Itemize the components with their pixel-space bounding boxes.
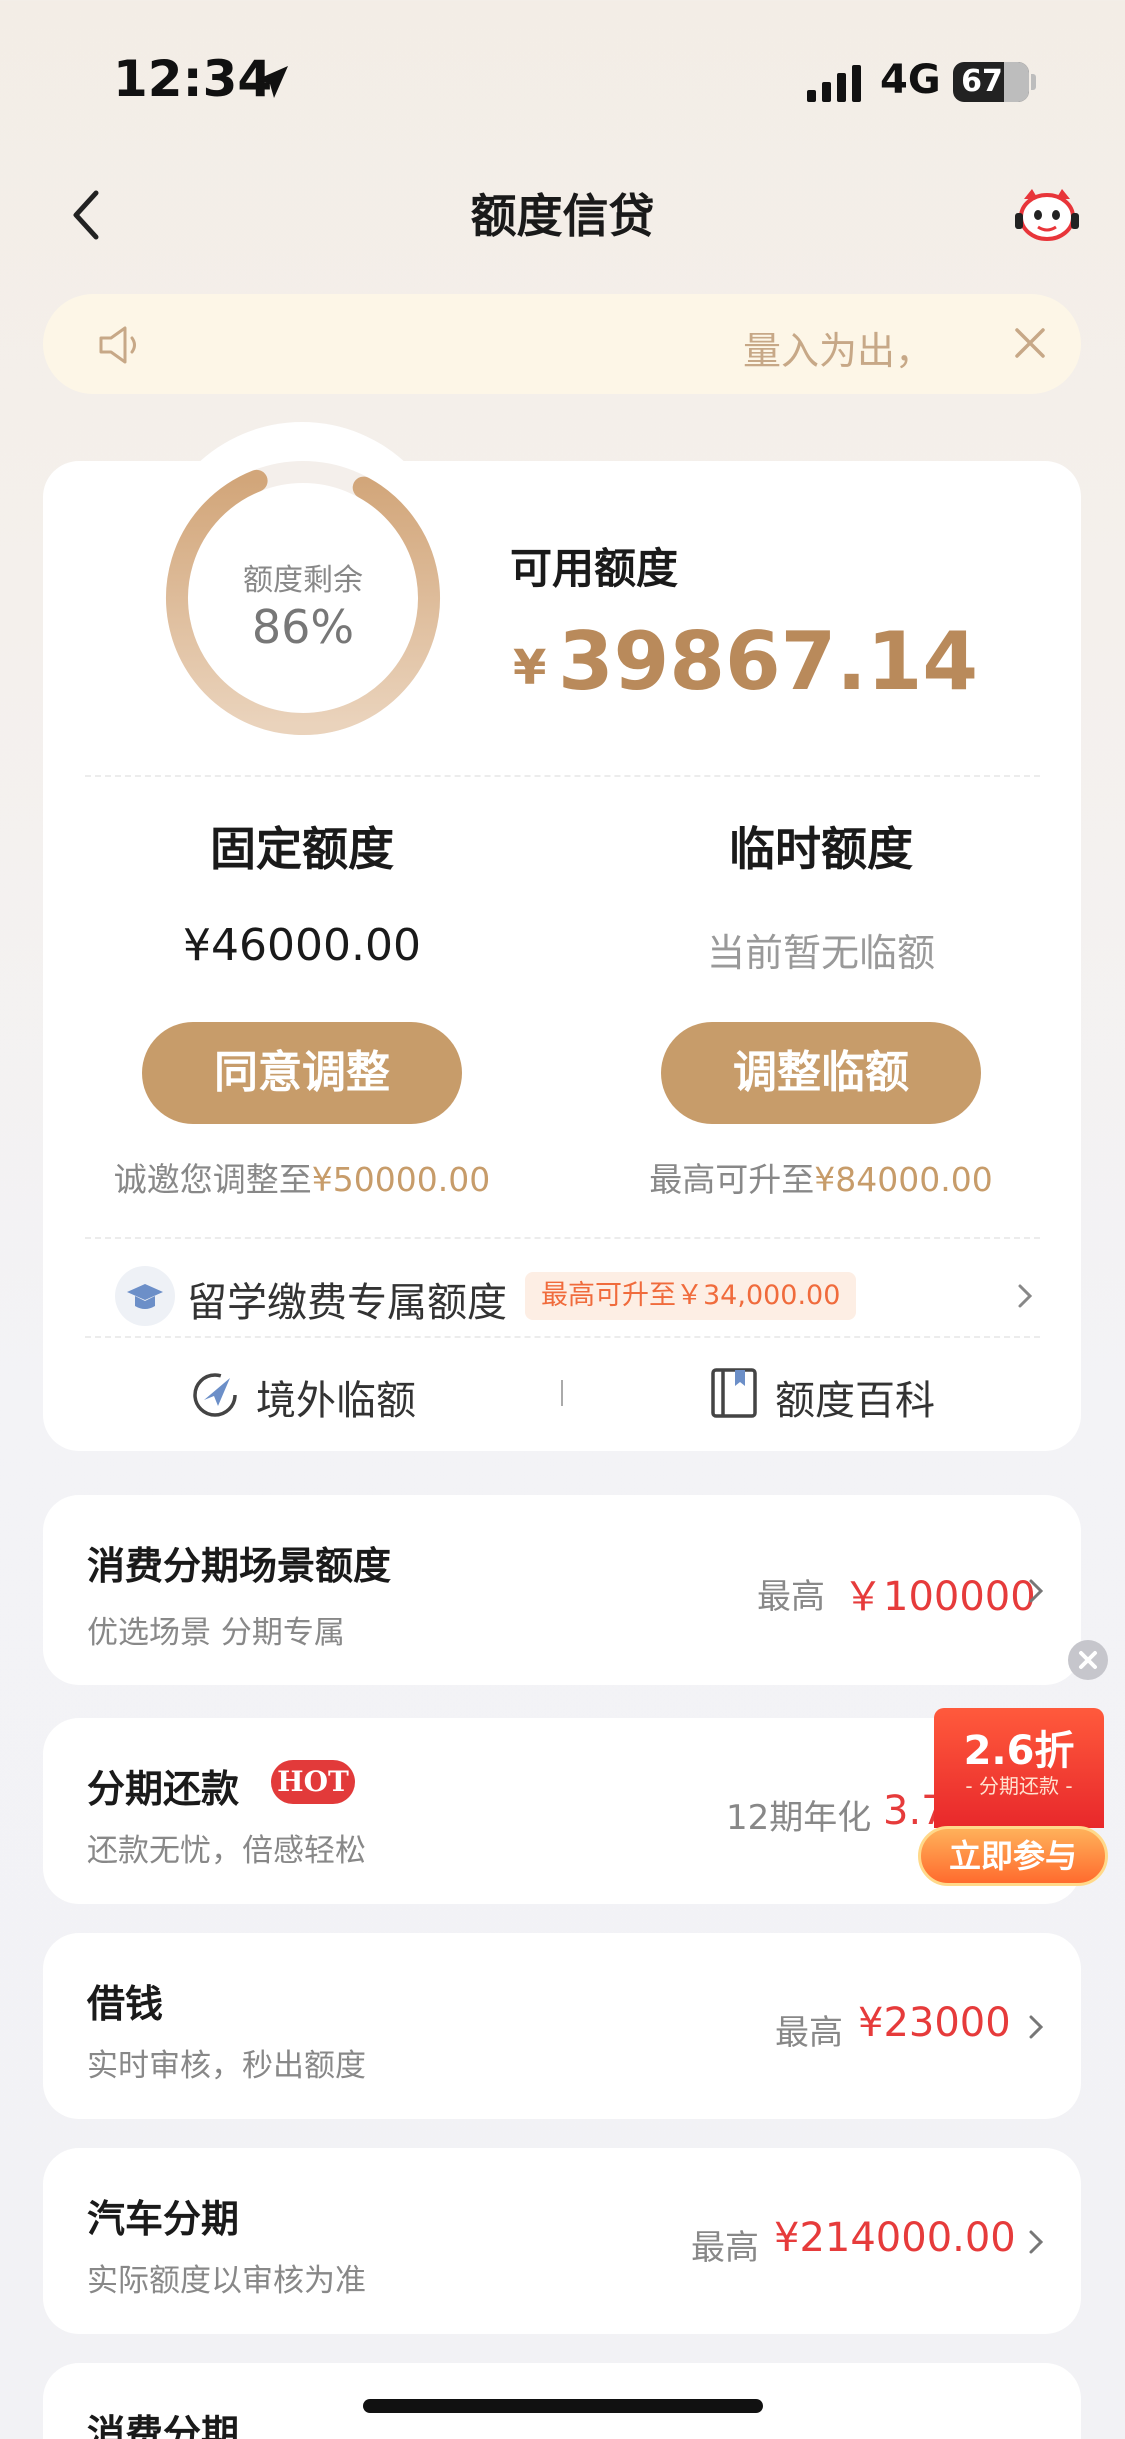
consumer-installment-scene-card[interactable]: 消费分期场景额度 优选场景 分期专属 最高 ￥100000 [43,1495,1081,1685]
join-now-button[interactable]: 立即参与 [918,1826,1108,1886]
adjust-temporary-button[interactable]: 调整临额 [661,1022,981,1124]
location-arrow-icon [256,66,288,98]
auto-installment-card[interactable]: 汽车分期 实际额度以审核为准 最高 ¥214000.00 [43,2148,1081,2334]
temporary-quota-title: 临时额度 [729,822,913,876]
fixed-hint-prefix: 诚邀您调整至 [113,1160,312,1199]
close-icon [1079,1651,1097,1669]
divider [85,1237,1040,1239]
link-divider [561,1380,563,1406]
currency-symbol: ¥ [513,640,547,696]
graduation-cap-icon [115,1266,175,1326]
battery-icon: 67 [953,62,1029,102]
promo-close-button[interactable] [1068,1640,1108,1680]
overseas-temp-quota-label: 境外临额 [256,1378,416,1424]
signal-icon [807,65,861,102]
feature-right-value: ¥23000 [858,2000,1011,2046]
borrow-money-card[interactable]: 借钱 实时审核，秒出额度 最高 ¥23000 [43,1933,1081,2119]
feature-subtitle: 优选场景 分期专属 [87,1615,345,1651]
feature-title: 分期还款 [87,1767,240,1811]
study-abroad-label: 留学缴费专属额度 [187,1280,507,1326]
notice-banner[interactable]: 量入为出， [43,294,1081,394]
fixed-hint-amount: ¥50000.00 [311,1160,491,1199]
gauge-label: 额度剩余 [243,563,363,598]
notice-text: 量入为出， [743,329,934,373]
feature-right-value: ￥100000 [843,1574,1036,1620]
feature-right-label: 最高 [691,2228,759,2268]
feature-right-label: 最高 [775,2013,843,2053]
chevron-right-icon [1018,1284,1033,1308]
temporary-hint-amount: ¥84000.00 [814,1160,993,1199]
temporary-quota-value: 当前暂无临额 [706,931,935,975]
available-credit-label: 可用额度 [510,544,679,593]
divider [85,1336,1040,1338]
study-abroad-badge: 最高可升至￥34,000.00 [525,1272,857,1320]
feature-right-label: 最高 [757,1577,825,1617]
feature-title: 汽车分期 [87,2197,240,2241]
temporary-hint-prefix: 最高可升至 [649,1160,815,1199]
page-title: 额度信贷 [470,189,655,243]
book-icon [711,1368,757,1418]
feature-right-value: ¥214000.00 [774,2215,1016,2261]
temporary-quota-hint: 最高可升至¥84000.00 [581,1153,1061,1201]
chevron-right-icon [1029,2230,1044,2254]
status-bar: 12:34 4G 67 [0,0,1125,160]
fixed-quota-hint: 诚邀您调整至¥50000.00 [62,1153,542,1201]
plane-icon [193,1373,237,1417]
promo-discount: 2.6折 [963,1728,1075,1774]
fixed-quota-title: 固定额度 [210,822,394,876]
promo-subtitle: - 分期还款 - [965,1774,1073,1798]
network-type: 4G [880,57,941,103]
fixed-quota-value: ¥46000.00 [183,920,421,971]
study-abroad-quota-row[interactable]: 留学缴费专属额度 最高可升至￥34,000.00 [85,1262,1040,1326]
home-indicator [363,2399,763,2413]
feature-right-label: 12期年化 [726,1798,872,1838]
close-icon[interactable] [1005,318,1055,368]
battery-level: 67 [961,64,1003,99]
feature-subtitle: 还款无忧，倍感轻松 [87,1833,366,1869]
chevron-right-icon [1029,1579,1044,1603]
gauge-percent: 86% [251,600,355,654]
feature-title: 消费分期 [87,2412,240,2439]
feature-subtitle: 实际额度以审核为准 [87,2263,366,2299]
status-time: 12:34 [113,50,273,108]
chevron-right-icon [1029,2015,1044,2039]
feature-subtitle: 实时审核，秒出额度 [87,2048,366,2084]
mascot-service-icon[interactable] [1012,185,1082,245]
hot-badge: HOT [271,1760,355,1804]
feature-title: 借钱 [87,1982,164,2026]
agree-adjust-button[interactable]: 同意调整 [142,1022,462,1124]
battery-tip [1031,74,1036,90]
available-credit-amount: 39867.14 [558,615,979,708]
speaker-icon [99,326,136,364]
installment-promo-widget[interactable]: 2.6折 - 分期还款 - 立即参与 [918,1708,1108,1888]
feature-title: 消费分期场景额度 [87,1544,392,1588]
divider [85,775,1040,777]
quota-encyclopedia-label: 额度百科 [775,1378,935,1424]
